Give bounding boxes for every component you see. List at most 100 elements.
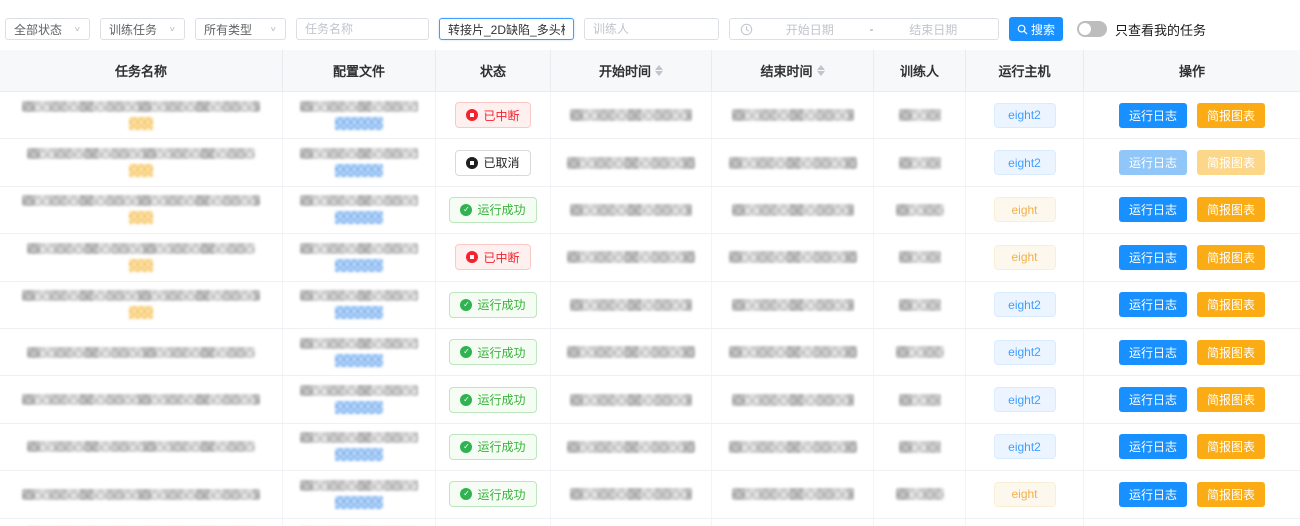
status-icon <box>466 251 478 263</box>
redacted-config-link[interactable] <box>335 164 383 177</box>
run-log-button[interactable]: 运行日志 <box>1119 150 1187 175</box>
status-badge: 运行成功 <box>449 292 536 318</box>
start-date-placeholder: 开始日期 <box>755 21 865 38</box>
actions-cell: 运行日志 简报图表 <box>1084 187 1300 233</box>
redacted-config-link[interactable] <box>335 401 383 414</box>
redacted-trainer <box>899 394 941 406</box>
host-badge: eight2 <box>994 103 1056 128</box>
host-badge: eight2 <box>994 340 1056 365</box>
task-name-cell <box>0 92 283 138</box>
redacted-config-link[interactable] <box>335 448 383 461</box>
host-cell: eight2 <box>966 329 1084 375</box>
type-filter-select[interactable]: 所有类型 ∨ <box>195 18 286 40</box>
task-name-cell <box>0 187 283 233</box>
task-name-cell <box>0 471 283 517</box>
end-time-cell <box>712 187 874 233</box>
redacted-task-tag <box>129 117 153 130</box>
host-cell: eight <box>966 234 1084 280</box>
config-file-cell <box>283 519 436 526</box>
end-time-cell <box>712 234 874 280</box>
run-log-button[interactable]: 运行日志 <box>1119 292 1187 317</box>
redacted-config-link[interactable] <box>335 117 383 130</box>
actions-cell: 运行日志 简报图表 <box>1084 282 1300 328</box>
trainer-input[interactable] <box>584 18 719 40</box>
task-name-cell <box>0 234 283 280</box>
actions-cell: 运行日志 简报图表 <box>1084 376 1300 422</box>
redacted-config-file <box>300 480 418 491</box>
date-range-picker[interactable]: 开始日期 - 结束日期 <box>729 18 999 40</box>
status-icon <box>460 488 472 500</box>
redacted-end-time <box>732 204 854 216</box>
end-time-cell <box>712 139 874 185</box>
status-badge: 运行成功 <box>449 387 536 413</box>
trainer-cell <box>874 282 966 328</box>
search-button[interactable]: 搜索 <box>1009 17 1063 41</box>
my-tasks-toggle[interactable] <box>1077 21 1107 37</box>
report-chart-button[interactable]: 简报图表 <box>1197 103 1265 128</box>
start-time-cell <box>551 92 712 138</box>
task-name-input[interactable] <box>296 18 429 40</box>
host-cell: eight2 <box>966 92 1084 138</box>
host-badge: eight2 <box>994 150 1056 175</box>
end-time-sort-icon[interactable] <box>817 65 825 76</box>
column-header-end-time: 结束时间 <box>712 50 874 91</box>
redacted-config-link[interactable] <box>335 496 383 509</box>
table-row: 运行成功 eight2 运行日志 简报图表 <box>0 376 1300 423</box>
status-label: 运行成功 <box>477 391 525 408</box>
redacted-config-link[interactable] <box>335 354 383 367</box>
redacted-task-name <box>27 148 255 159</box>
start-time-cell <box>551 424 712 470</box>
redacted-config-link[interactable] <box>335 211 383 224</box>
report-chart-button[interactable]: 简报图表 <box>1197 292 1265 317</box>
run-log-button[interactable]: 运行日志 <box>1119 103 1187 128</box>
table-row: 运行成功 eight2 运行日志 简报图表 <box>0 424 1300 471</box>
trainer-cell <box>874 376 966 422</box>
start-time-cell <box>551 282 712 328</box>
start-time-cell <box>551 471 712 517</box>
report-chart-button[interactable]: 简报图表 <box>1197 245 1265 270</box>
column-header-actions: 操作 <box>1084 50 1300 91</box>
report-chart-button[interactable]: 简报图表 <box>1197 434 1265 459</box>
redacted-task-name <box>22 101 260 112</box>
category-filter-select[interactable]: 训练任务 ∨ <box>100 18 185 40</box>
redacted-config-link[interactable] <box>335 306 383 319</box>
redacted-start-time <box>570 488 692 500</box>
end-time-cell <box>712 282 874 328</box>
redacted-config-link[interactable] <box>335 259 383 272</box>
run-log-button[interactable]: 运行日志 <box>1119 434 1187 459</box>
redacted-end-time <box>732 488 854 500</box>
config-file-cell <box>283 471 436 517</box>
run-log-button[interactable]: 运行日志 <box>1119 340 1187 365</box>
report-chart-button[interactable]: 简报图表 <box>1197 482 1265 507</box>
config-file-cell <box>283 282 436 328</box>
report-chart-button[interactable]: 简报图表 <box>1197 197 1265 222</box>
redacted-start-time <box>567 346 695 358</box>
run-log-button[interactable]: 运行日志 <box>1119 387 1187 412</box>
search-button-label: 搜索 <box>1031 21 1055 38</box>
redacted-config-file <box>300 290 418 301</box>
category-filter-value: 训练任务 <box>109 21 157 38</box>
run-log-button[interactable]: 运行日志 <box>1119 197 1187 222</box>
search-name-input[interactable] <box>439 18 574 40</box>
status-icon <box>460 299 472 311</box>
start-time-sort-icon[interactable] <box>655 65 663 76</box>
column-header-task-name: 任务名称 <box>0 50 283 91</box>
toggle-knob <box>1079 23 1091 35</box>
report-chart-button[interactable]: 简报图表 <box>1197 387 1265 412</box>
redacted-trainer <box>899 251 941 263</box>
run-log-button[interactable]: 运行日志 <box>1119 482 1187 507</box>
host-badge: eight2 <box>994 434 1056 459</box>
config-file-cell <box>283 187 436 233</box>
redacted-start-time <box>570 394 692 406</box>
run-log-button[interactable]: 运行日志 <box>1119 245 1187 270</box>
status-label: 运行成功 <box>477 344 525 361</box>
status-badge: 运行成功 <box>449 481 536 507</box>
filter-bar: 全部状态 ∨ 训练任务 ∨ 所有类型 ∨ 开始日期 - 结束日期 <box>0 0 1300 46</box>
redacted-config-file <box>300 385 418 396</box>
status-badge: 已中断 <box>455 102 530 128</box>
report-chart-button[interactable]: 简报图表 <box>1197 340 1265 365</box>
report-chart-button[interactable]: 简报图表 <box>1197 150 1265 175</box>
status-filter-select[interactable]: 全部状态 ∨ <box>5 18 90 40</box>
table-header: 任务名称 配置文件 状态 开始时间 结束时间 训练人 运行主机 <box>0 50 1300 92</box>
column-header-host: 运行主机 <box>966 50 1084 91</box>
